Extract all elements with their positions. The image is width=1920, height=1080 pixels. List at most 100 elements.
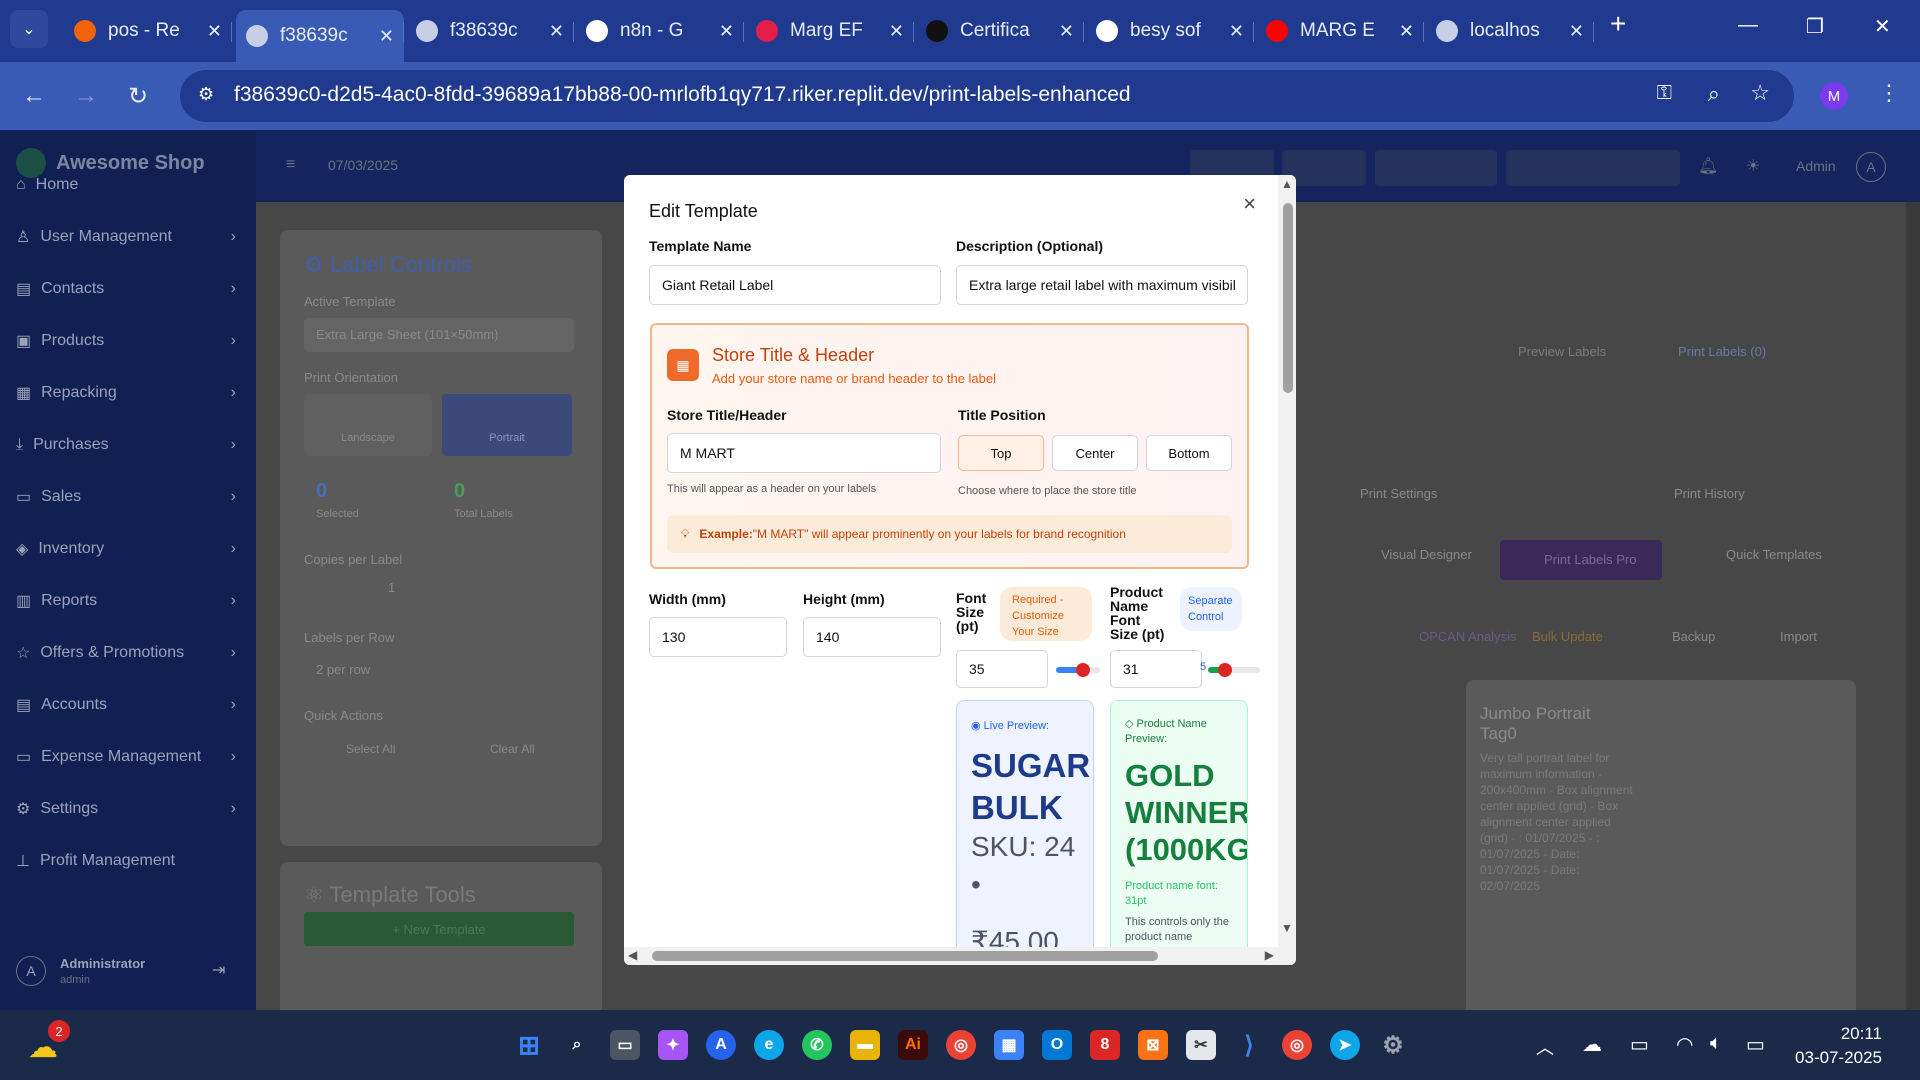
browser-tab[interactable]: Marg EF ✕ — [746, 10, 914, 52]
modal-horizontal-scrollbar[interactable]: ◀ ▶ — [624, 947, 1278, 965]
sidebar-item[interactable]: ☆ Offers & Promotions › — [16, 638, 236, 668]
browser-tab[interactable]: f38639c ✕ — [236, 10, 404, 62]
sidebar-item[interactable]: ♙ User Management › — [16, 222, 236, 252]
bookmark-star-icon[interactable]: ☆ — [1750, 80, 1770, 106]
height-input[interactable]: 140 — [803, 617, 941, 657]
print-labels-button[interactable]: Print Labels (0) — [1678, 344, 1766, 359]
template-name-input[interactable]: Giant Retail Label — [649, 265, 941, 305]
close-tab-icon[interactable]: ✕ — [549, 21, 564, 42]
topbar-button[interactable] — [1375, 150, 1497, 186]
product-font-slider-thumb[interactable] — [1218, 663, 1232, 677]
close-tab-icon[interactable]: ✕ — [1059, 21, 1074, 42]
font-size-slider-thumb[interactable] — [1076, 663, 1090, 677]
vertical-scroll-thumb[interactable] — [1283, 203, 1293, 393]
copilot-icon[interactable]: ✦ — [658, 1030, 688, 1060]
start-icon[interactable]: ⊞ — [514, 1030, 544, 1060]
close-tab-icon[interactable]: ✕ — [1569, 21, 1584, 42]
theme-toggle-icon[interactable]: ☀ — [1746, 156, 1760, 176]
display-icon[interactable]: ▭ — [1630, 1032, 1649, 1057]
forward-icon[interactable]: → — [74, 82, 98, 110]
sidebar-item[interactable]: ▭ Expense Management › — [16, 742, 236, 772]
close-icon[interactable]: × — [1243, 191, 1256, 217]
position-center-button[interactable]: Center — [1052, 435, 1138, 471]
close-window-button[interactable]: ✕ — [1874, 14, 1891, 39]
sidebar-item[interactable]: ▣ Products › — [16, 326, 236, 356]
position-top-button[interactable]: Top — [958, 435, 1044, 471]
sidebar-item[interactable]: ▦ Repacking › — [16, 378, 236, 408]
browser-tab[interactable]: localhos ✕ — [1426, 10, 1594, 52]
horizontal-scroll-thumb[interactable] — [652, 951, 1158, 961]
minimize-button[interactable]: — — [1738, 14, 1758, 37]
user-avatar[interactable]: A — [1856, 152, 1886, 182]
wifi-icon[interactable]: ◠ — [1676, 1032, 1693, 1057]
bulk-update-button[interactable]: Bulk Update — [1532, 629, 1603, 644]
font-size-slider[interactable] — [1056, 663, 1100, 677]
scroll-left-arrow-icon[interactable]: ◀ — [628, 948, 637, 962]
scroll-up-arrow-icon[interactable]: ▲ — [1281, 177, 1293, 191]
product-font-slider[interactable] — [1208, 663, 1260, 677]
app-store-icon[interactable]: A — [706, 1030, 736, 1060]
xampp-icon[interactable]: ⊠ — [1138, 1030, 1168, 1060]
close-tab-icon[interactable]: ✕ — [207, 21, 222, 42]
onedrive-icon[interactable]: ☁ — [1582, 1032, 1602, 1057]
sidebar-item[interactable]: ⚙ Settings › — [16, 794, 236, 824]
preview-labels-button[interactable]: Preview Labels — [1518, 344, 1606, 359]
browser-tab[interactable]: MARG E ✕ — [1256, 10, 1424, 52]
chrome-active-icon[interactable]: ◎ — [1282, 1030, 1312, 1060]
product-font-input[interactable]: 31 — [1110, 650, 1202, 688]
clock[interactable]: 20:11 03-07-2025 — [1795, 1022, 1882, 1070]
taskbar-search-icon[interactable]: ⌕ — [562, 1030, 592, 1060]
tab-print-history[interactable]: Print History — [1674, 486, 1745, 501]
active-template-select[interactable]: Extra Large Sheet (101×50mm) — [304, 318, 574, 352]
new-tab-button[interactable]: + — [1610, 8, 1626, 40]
vscode-icon[interactable]: ⟩ — [1234, 1030, 1264, 1060]
browser-tab[interactable]: Certifica ✕ — [916, 10, 1084, 52]
battery-icon[interactable]: ▭ — [1746, 1032, 1765, 1057]
portrait-button[interactable]: Portrait — [442, 394, 572, 456]
whatsapp-icon[interactable]: ✆ — [802, 1030, 832, 1060]
close-tab-icon[interactable]: ✕ — [719, 21, 734, 42]
tab-search-button[interactable]: ⌄ — [10, 10, 48, 48]
width-input[interactable]: 130 — [649, 617, 787, 657]
per-row-select[interactable]: 2 per row — [316, 662, 370, 677]
clear-all-button[interactable]: Clear All — [490, 742, 535, 756]
sidebar-item[interactable]: ▤ Accounts › — [16, 690, 236, 720]
description-input[interactable]: Extra large retail label with maximum vi… — [956, 265, 1248, 305]
browser-tab[interactable]: pos - Re ✕ — [64, 10, 232, 52]
visual-designer-button[interactable]: Visual Designer — [1381, 547, 1472, 562]
landscape-button[interactable]: Landscape — [304, 394, 432, 456]
url-text[interactable]: f38639c0-d2d5-4ac0-8fdd-39689a17bb88-00-… — [234, 83, 1131, 107]
font-size-input[interactable]: 35 — [956, 650, 1048, 688]
bell-icon[interactable]: 🔔︎ — [1698, 156, 1718, 176]
sidebar-item[interactable]: ⤓ Purchases › — [16, 430, 236, 460]
close-tab-icon[interactable]: ✕ — [1399, 21, 1414, 42]
topbar-button[interactable] — [1506, 150, 1680, 186]
reload-icon[interactable]: ↻ — [128, 82, 148, 111]
zoom-icon[interactable]: ⌕ — [1708, 81, 1720, 107]
file-explorer-icon[interactable]: ▬ — [850, 1030, 880, 1060]
back-icon[interactable]: ← — [22, 82, 46, 110]
outlook-icon[interactable]: O — [1042, 1030, 1072, 1060]
logout-icon[interactable]: ⇥ — [212, 960, 225, 980]
modal-vertical-scrollbar[interactable]: ▲ ▼ — [1278, 175, 1296, 965]
position-bottom-button[interactable]: Bottom — [1146, 435, 1232, 471]
browser-tab[interactable]: f38639c ✕ — [406, 10, 574, 52]
address-bar[interactable]: ⚙ f38639c0-d2d5-4ac0-8fdd-39689a17bb88-0… — [180, 70, 1794, 122]
sidebar-item[interactable]: ▭ Sales › — [16, 482, 236, 512]
browser-tab[interactable]: besy sof ✕ — [1086, 10, 1254, 52]
sidebar-item[interactable]: ⊥ Profit Management — [16, 846, 236, 876]
close-tab-icon[interactable]: ✕ — [379, 26, 394, 47]
snipping-tool-icon[interactable]: ✂ — [1186, 1030, 1216, 1060]
profile-avatar[interactable]: M — [1820, 82, 1848, 110]
print-labels-pro-button[interactable]: Print Labels Pro — [1500, 540, 1662, 580]
browser-tab[interactable]: n8n - G ✕ — [576, 10, 744, 52]
telegram-icon[interactable]: ➤ — [1330, 1030, 1360, 1060]
select-all-button[interactable]: Select All — [346, 742, 395, 756]
task-view-icon[interactable]: ▭ — [610, 1030, 640, 1060]
calendar-icon[interactable]: ▦ — [994, 1030, 1024, 1060]
hamburger-icon[interactable]: ≡ — [286, 156, 295, 174]
scroll-down-arrow-icon[interactable]: ▼ — [1281, 921, 1293, 935]
close-tab-icon[interactable]: ✕ — [889, 21, 904, 42]
sidebar-item[interactable]: ▥ Reports › — [16, 586, 236, 616]
opcan-analysis-button[interactable]: OPCAN Analysis — [1419, 629, 1517, 644]
